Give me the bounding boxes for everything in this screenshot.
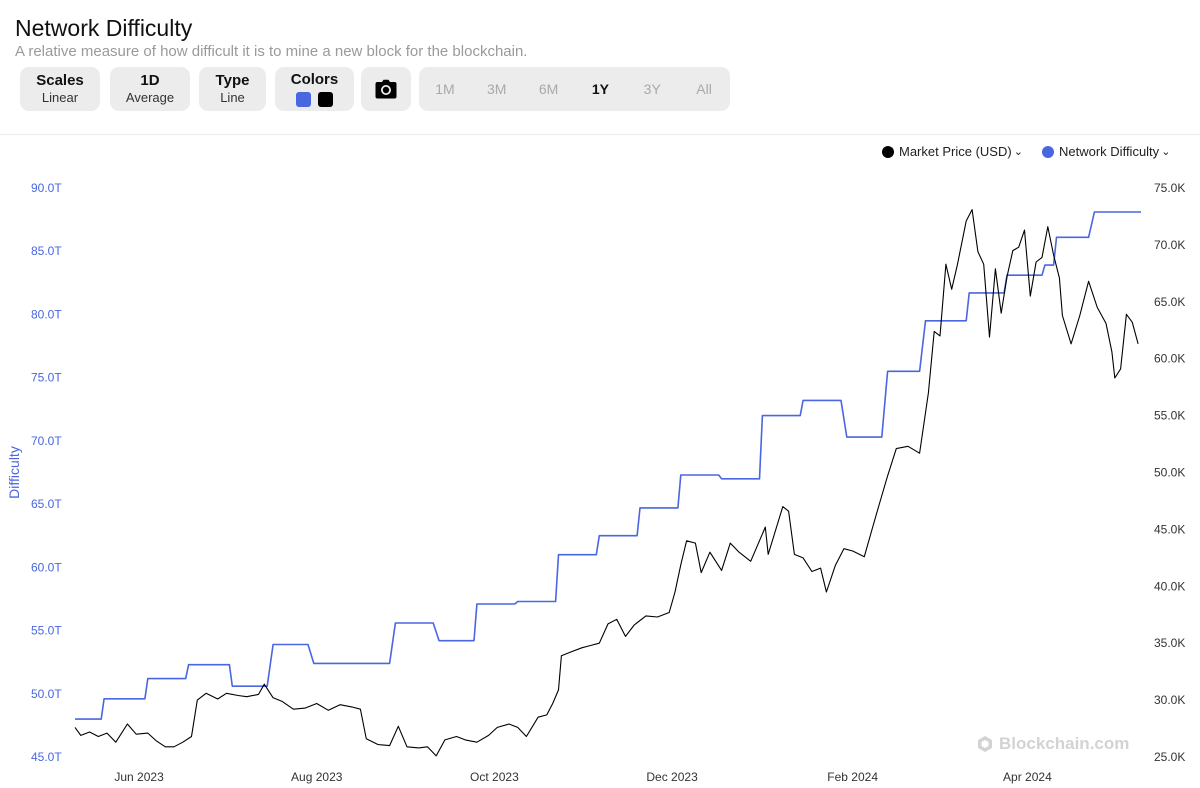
right-axis-tick-label: 35.0K [1154, 636, 1185, 650]
right-axis-tick-label: 55.0K [1154, 409, 1185, 423]
blockchain-logo-icon [978, 736, 992, 752]
x-axis-tick-label: Aug 2023 [291, 770, 343, 784]
left-axis-tick-label: 55.0T [31, 624, 62, 638]
left-axis-tick-label: 60.0T [31, 560, 62, 574]
right-axis-tick-label: 60.0K [1154, 352, 1185, 366]
watermark: Blockchain.com [976, 734, 1129, 754]
left-axis-tick-label: 75.0T [31, 371, 62, 385]
right-axis-tick-label: 65.0K [1154, 295, 1185, 309]
left-axis-tick-label: 85.0T [31, 244, 62, 258]
left-axis-tick-label: 45.0T [31, 750, 62, 764]
right-axis-tick-label: 50.0K [1154, 466, 1185, 480]
right-axis-tick-label: 25.0K [1154, 750, 1185, 764]
x-axis-tick-label: Apr 2024 [1003, 770, 1052, 784]
left-axis-tick-label: 50.0T [31, 687, 62, 701]
x-axis-tick-label: Jun 2023 [114, 770, 164, 784]
watermark-text: Blockchain.com [999, 734, 1130, 753]
x-axis-tick-label: Oct 2023 [470, 770, 519, 784]
series-line-network-difficulty [75, 211, 1141, 720]
chart-canvas: 45.0T 50.0T 55.0T 60.0T 65.0T 70.0T 75.0T 80.0T… [6, 181, 1185, 784]
right-axis-tick-label: 30.0K [1154, 693, 1185, 707]
left-axis-tick-label: 65.0T [31, 497, 62, 511]
x-axis-tick-label: Dec 2023 [646, 770, 698, 784]
left-axis-tick-label: 70.0T [31, 434, 62, 448]
right-axis-tick-label: 40.0K [1154, 579, 1185, 593]
right-axis-tick-label: 75.0K [1154, 181, 1185, 195]
left-axis-tick-label: 90.0T [31, 181, 62, 195]
left-axis-tick-label: 80.0T [31, 307, 62, 321]
right-axis-tick-label: 45.0K [1154, 522, 1185, 536]
left-axis-label: Difficulty [6, 446, 22, 499]
right-axis-tick-label: 70.0K [1154, 238, 1185, 252]
x-axis-tick-label: Feb 2024 [827, 770, 878, 784]
series-line-market-price [74, 209, 1139, 757]
